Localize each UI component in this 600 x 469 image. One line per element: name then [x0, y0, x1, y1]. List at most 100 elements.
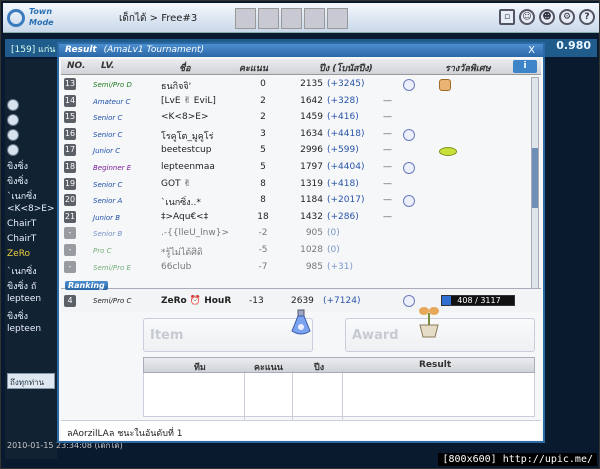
- lobby-player-item[interactable]: [7, 99, 57, 113]
- help-icon[interactable]: ?: [579, 9, 595, 25]
- logo-line2: Mode: [29, 18, 54, 27]
- lobby-player-name: ขิงซิ่ง: [7, 177, 29, 187]
- friends-icon[interactable]: ☺: [519, 9, 535, 25]
- player-exp: 1797: [300, 162, 323, 172]
- lobby-player-item[interactable]: lepteen: [7, 324, 57, 338]
- team-table-body: [143, 373, 535, 433]
- player-exp: 1642: [300, 95, 323, 106]
- dash-separator: —: [383, 211, 392, 222]
- item-panel: Item: [143, 318, 313, 352]
- rank-number: 14: [64, 94, 76, 107]
- avatar[interactable]: [327, 8, 348, 29]
- lobby-player-item[interactable]: ขิงซิ่ง ถั: [7, 279, 57, 293]
- window-icon[interactable]: ▫: [499, 9, 515, 25]
- player-score: 2: [260, 112, 266, 123]
- player-avatars: [235, 8, 348, 30]
- medal-icon: [403, 295, 415, 307]
- info-button[interactable]: i: [513, 60, 537, 73]
- avatar[interactable]: [235, 8, 256, 29]
- team-header-result: Result: [419, 360, 452, 370]
- exp-gain: (+4404): [327, 162, 365, 172]
- lobby-player-name: ขิงซิ่ง: [7, 312, 29, 322]
- my-level: Semi/Pro C: [93, 297, 132, 305]
- lobby-player-name: `เนกซิ่ง: [7, 192, 37, 202]
- player-score: 3: [260, 128, 266, 139]
- player-name: .-{{lleU_lnw}>: [161, 228, 230, 239]
- lobby-player-item[interactable]: ChairT: [7, 219, 57, 233]
- player-level: Senior A: [93, 197, 123, 206]
- avatar[interactable]: [281, 8, 302, 29]
- result-row: 21 Junior B ‡>Aqu€<‡ 18 1432 (+286) —: [61, 210, 531, 226]
- player-score: 18: [257, 211, 269, 222]
- settings-icon[interactable]: ⚙: [559, 9, 575, 25]
- header-no: NO.: [67, 61, 86, 71]
- reward-lime-icon: [439, 147, 457, 157]
- player-score: 8: [260, 195, 266, 206]
- room-tab[interactable]: เด็กได้ > Free#3: [113, 9, 203, 27]
- lobby-player-item[interactable]: `เนกซิ่ง: [7, 264, 57, 278]
- player-badge-icon: [7, 129, 19, 141]
- lobby-player-item[interactable]: ขิงซิ่ง: [7, 309, 57, 323]
- lobby-player-item[interactable]: `เนกซิ่ง: [7, 189, 57, 203]
- exp-gain: (+3245): [327, 79, 365, 89]
- player-exp: 1459: [300, 112, 323, 123]
- exp-progress-bar: 408 / 3117: [441, 295, 515, 306]
- player-score: 8: [260, 178, 266, 189]
- dash-separator: —: [383, 162, 392, 172]
- rank-number: 19: [64, 177, 76, 190]
- player-name: โรคูโต_มูคูโร่: [161, 131, 214, 142]
- exp-progress-text: 408 / 3117: [457, 296, 501, 305]
- player-exp: 1184: [300, 195, 323, 206]
- result-row: 15 Senior C <K<8>E> 2 1459 (+416) —: [61, 110, 531, 126]
- rank-number: -: [64, 244, 76, 256]
- rank-number: 21: [64, 210, 76, 223]
- player-score: 5: [260, 162, 266, 172]
- lobby-player-item[interactable]: ขิงซิ่ง: [7, 159, 57, 173]
- result-dialog: Result (AmaLv1 Tournament) X NO. LV. ชื่…: [57, 42, 545, 443]
- lobby-player-item[interactable]: ขิงซิ่ง: [7, 174, 57, 188]
- rank-number: 16: [64, 127, 76, 140]
- lobby-player-item[interactable]: lepteen: [7, 294, 57, 308]
- result-row: 14 Amateur C [LvE ✌ EviL] 2 1642 (+328) —: [61, 94, 531, 110]
- exp-gain: (+416): [327, 112, 359, 123]
- player-badge-icon: [7, 114, 19, 126]
- player-level: Junior C: [93, 147, 121, 156]
- lobby-player-item[interactable]: ChairT: [7, 234, 57, 248]
- dash-separator: —: [383, 112, 392, 123]
- flower-pot-icon: [419, 307, 439, 338]
- avatar[interactable]: [258, 8, 279, 29]
- lobby-player-item[interactable]: [7, 144, 57, 158]
- lobby-player-name: ChairT: [7, 234, 37, 244]
- result-row: 18 Beginner E lepteenmaa 5 1797 (+4404) —: [61, 160, 531, 176]
- medal-icon: [403, 195, 415, 208]
- team-header-team: ทีม: [194, 363, 206, 373]
- lobby-player-item[interactable]: [7, 114, 57, 128]
- scrollbar-thumb[interactable]: [532, 148, 538, 208]
- ranking-tag: Ranking: [65, 281, 108, 290]
- player-score: -5: [258, 245, 268, 255]
- my-score: -13: [249, 296, 264, 306]
- avatar[interactable]: [304, 8, 325, 29]
- dialog-title: Result (AmaLv1 Tournament): [59, 44, 543, 57]
- player-name: ‡>Aqu€<‡: [161, 211, 209, 222]
- player-score: -7: [258, 261, 268, 272]
- scrollbar[interactable]: [531, 77, 539, 290]
- lobby-player-item[interactable]: [7, 129, 57, 143]
- dash-separator: —: [383, 95, 392, 106]
- player-name: GOT ✌: [161, 178, 191, 189]
- chat-input[interactable]: ถึงทุกท่าน: [7, 373, 55, 389]
- exp-gain: (+4418): [327, 128, 365, 139]
- my-exp: 2639: [291, 296, 314, 306]
- lobby-player-item[interactable]: ZeRo: [7, 249, 57, 263]
- player-level: Senior B: [93, 230, 123, 239]
- player-name: *รู้ไม่ได้ศิดิ: [161, 248, 203, 258]
- user-icon[interactable]: ☻: [539, 9, 555, 25]
- game-logo: Town Mode: [7, 5, 67, 31]
- watermark: [800x600] http://upic.me/: [438, 453, 597, 466]
- player-level: Senior C: [93, 114, 123, 123]
- lobby-player-item[interactable]: <K<8>E>: [7, 204, 57, 218]
- lobby-player-name: <K<8>E>: [7, 204, 55, 214]
- player-level: Beginner E: [93, 164, 132, 172]
- close-button[interactable]: X: [528, 45, 535, 56]
- player-score: 0: [260, 79, 266, 89]
